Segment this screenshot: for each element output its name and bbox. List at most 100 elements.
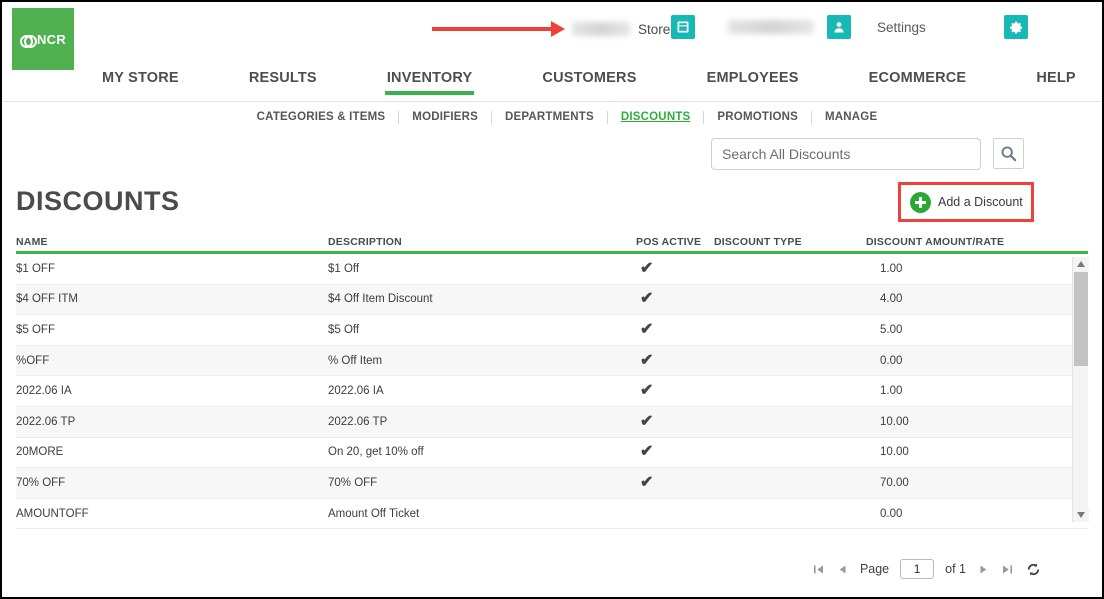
table-row[interactable]: $4 OFF ITM $4 Off Item Discount ✔ 4.00 [16, 284, 1088, 316]
subnav-modifiers[interactable]: MODIFIERS [399, 111, 491, 123]
page-label: Page [859, 562, 890, 576]
table-row[interactable]: %OFF % Off Item ✔ 0.00 [16, 345, 1088, 377]
prev-page-icon[interactable] [836, 563, 849, 576]
table-row[interactable]: AMOUNTOFF Amount Off Ticket 0.00 [16, 498, 1088, 530]
cell-amount: 5.00 [880, 323, 903, 336]
nav-tab-results[interactable]: RESULTS [247, 70, 319, 95]
cell-name: $1 OFF [16, 262, 55, 275]
search-input[interactable] [711, 138, 981, 170]
cell-name: AMOUNTOFF [16, 507, 89, 520]
settings-label[interactable]: Settings [877, 20, 926, 35]
column-header-description[interactable]: DESCRIPTION [328, 236, 636, 248]
primary-navigation: MY STORE RESULTS INVENTORY CUSTOMERS EMP… [2, 70, 1102, 102]
nav-tab-help[interactable]: HELP [1034, 70, 1077, 95]
cell-description: $4 Off Item Discount [328, 293, 433, 306]
cell-amount: 70.00 [880, 476, 909, 489]
nav-tab-label: RESULTS [248, 70, 317, 86]
table-body: $1 OFF $1 Off ✔ 1.00 $4 OFF ITM $4 Off I… [16, 254, 1088, 530]
table-row[interactable]: 2022.06 IA 2022.06 IA ✔ 1.00 [16, 376, 1088, 407]
page-number-input[interactable] [900, 559, 935, 579]
cell-name: 2022.06 IA [16, 385, 72, 398]
cell-pos-active: ✔ [640, 259, 654, 277]
nav-tab-my-store[interactable]: MY STORE [100, 70, 181, 95]
nav-tab-customers[interactable]: CUSTOMERS [540, 70, 638, 95]
add-discount-label: Add a Discount [938, 195, 1023, 209]
cell-amount: 4.00 [880, 293, 903, 306]
nav-tab-inventory[interactable]: INVENTORY [384, 70, 475, 95]
cell-description: Amount Off Ticket [328, 507, 420, 520]
cell-name: $4 OFF ITM [16, 293, 78, 306]
scroll-down-arrow-icon[interactable] [1073, 508, 1089, 522]
last-page-icon[interactable] [1001, 563, 1014, 576]
cell-pos-active: ✔ [640, 443, 654, 461]
cell-description: 2022.06 IA [328, 385, 384, 398]
store-name-redacted [572, 22, 630, 36]
nav-tab-label: INVENTORY [386, 70, 473, 86]
cell-name: 2022.06 TP [16, 415, 76, 428]
store-icon[interactable] [671, 15, 695, 39]
first-page-icon[interactable] [812, 563, 825, 576]
cell-pos-active: ✔ [640, 473, 654, 491]
cell-amount: 10.00 [880, 446, 909, 459]
cell-amount: 10.00 [880, 415, 909, 428]
refresh-icon[interactable] [1025, 561, 1042, 578]
table-row[interactable]: 20MORE On 20, get 10% off ✔ 10.00 [16, 437, 1088, 469]
nav-tab-label: EMPLOYEES [706, 70, 799, 86]
subnav-categories-items[interactable]: CATEGORIES & ITEMS [244, 111, 399, 123]
plus-circle-icon [910, 191, 931, 213]
cell-name: %OFF [16, 354, 50, 367]
secondary-navigation: CATEGORIES & ITEMS MODIFIERS DEPARTMENTS… [2, 102, 1102, 132]
user-icon[interactable] [827, 15, 851, 39]
ncr-logo-mark [19, 32, 37, 48]
subnav-promotions[interactable]: PROMOTIONS [704, 111, 811, 123]
pagination-controls: Page of 1 [812, 559, 1042, 579]
ncr-logo[interactable]: NCR [12, 8, 74, 70]
table-row[interactable]: $5 OFF $5 Off ✔ 5.00 [16, 315, 1088, 346]
table-row[interactable]: 70% OFF 70% OFF ✔ 70.00 [16, 468, 1088, 499]
search-icon [1001, 146, 1017, 162]
nav-tab-label: MY STORE [102, 70, 179, 86]
subnav-departments[interactable]: DEPARTMENTS [492, 111, 607, 123]
cell-pos-active: ✔ [640, 412, 654, 430]
column-header-name[interactable]: NAME [16, 236, 328, 248]
application-window: NCR Store Settings MY STORE RESULTS INVE… [0, 0, 1104, 599]
gear-icon[interactable] [1004, 15, 1028, 39]
cell-pos-active: ✔ [640, 382, 654, 400]
scrollbar-thumb[interactable] [1074, 272, 1088, 366]
user-name-redacted [724, 20, 814, 39]
subnav-manage[interactable]: MANAGE [812, 111, 890, 123]
search-button[interactable] [993, 138, 1024, 169]
cell-description: % Off Item [328, 354, 383, 367]
subnav-discounts[interactable]: DISCOUNTS [608, 111, 704, 123]
table-vertical-scrollbar[interactable] [1072, 257, 1089, 522]
nav-tab-ecommerce[interactable]: ECOMMERCE [867, 70, 969, 95]
scroll-up-arrow-icon[interactable] [1073, 257, 1089, 271]
column-header-pos-active[interactable]: POS ACTIVE [636, 236, 714, 248]
page-total-label: of 1 [945, 562, 966, 576]
cell-name: $5 OFF [16, 323, 55, 336]
cell-description: $1 Off [328, 262, 360, 275]
cell-description: 70% OFF [328, 476, 378, 489]
nav-tab-label: CUSTOMERS [542, 70, 637, 86]
red-arrow-annotation-icon [432, 21, 565, 37]
add-discount-button[interactable]: Add a Discount [910, 191, 1023, 213]
table-header-row: NAME DESCRIPTION POS ACTIVE DISCOUNT TYP… [16, 232, 1088, 254]
cell-amount: 1.00 [880, 385, 903, 398]
table-row[interactable]: 2022.06 TP 2022.06 TP ✔ 10.00 [16, 406, 1088, 438]
top-header-bar: NCR Store Settings [2, 2, 1102, 70]
column-header-discount-amount[interactable]: DISCOUNT AMOUNT/RATE [866, 236, 1012, 248]
nav-tab-label: HELP [1036, 70, 1076, 86]
next-page-icon[interactable] [977, 563, 990, 576]
store-selector-area: Store [432, 14, 670, 44]
nav-tab-employees[interactable]: EMPLOYEES [705, 70, 801, 95]
cell-amount: 1.00 [880, 262, 903, 275]
page-title: DISCOUNTS [16, 186, 180, 216]
ncr-logo-text: NCR [36, 31, 67, 47]
page-title-row: DISCOUNTS Add a Discount [2, 182, 1102, 232]
table-row[interactable]: $1 OFF $1 Off ✔ 1.00 [16, 254, 1088, 285]
column-header-discount-type[interactable]: DISCOUNT TYPE [714, 236, 866, 248]
search-row [2, 132, 1102, 182]
cell-amount: 0.00 [880, 354, 903, 367]
nav-tab-label: ECOMMERCE [868, 70, 967, 86]
discounts-table: NAME DESCRIPTION POS ACTIVE DISCOUNT TYP… [16, 232, 1089, 530]
